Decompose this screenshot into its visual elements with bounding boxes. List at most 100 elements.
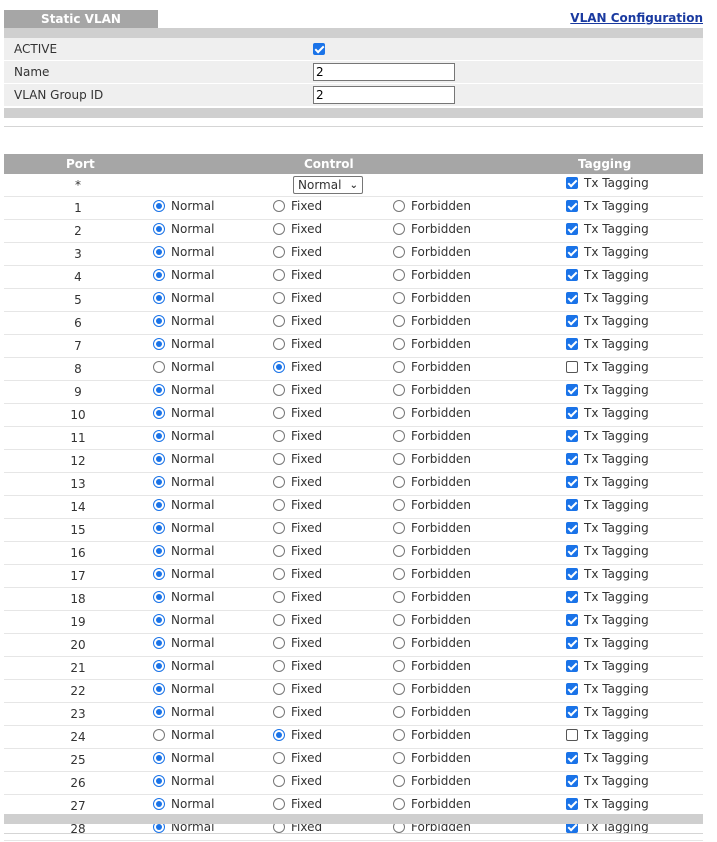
forbidden-radio[interactable] xyxy=(393,315,405,327)
tx-tagging-checkbox[interactable] xyxy=(566,384,578,396)
forbidden-radio[interactable] xyxy=(393,292,405,304)
forbidden-radio[interactable] xyxy=(393,246,405,258)
forbidden-radio[interactable] xyxy=(393,729,405,741)
tx-tagging-checkbox[interactable] xyxy=(566,315,578,327)
forbidden-radio[interactable] xyxy=(393,637,405,649)
fixed-radio[interactable] xyxy=(273,798,285,810)
normal-radio[interactable] xyxy=(153,660,165,672)
name-input[interactable] xyxy=(313,63,455,81)
fixed-radio[interactable] xyxy=(273,292,285,304)
normal-radio[interactable] xyxy=(153,200,165,212)
forbidden-radio[interactable] xyxy=(393,545,405,557)
fixed-radio[interactable] xyxy=(273,568,285,580)
fixed-radio[interactable] xyxy=(273,660,285,672)
tx-tagging-checkbox[interactable] xyxy=(566,660,578,672)
normal-radio[interactable] xyxy=(153,476,165,488)
forbidden-radio[interactable] xyxy=(393,522,405,534)
fixed-radio[interactable] xyxy=(273,453,285,465)
fixed-radio[interactable] xyxy=(273,637,285,649)
fixed-radio[interactable] xyxy=(273,775,285,787)
fixed-radio[interactable] xyxy=(273,499,285,511)
fixed-radio[interactable] xyxy=(273,338,285,350)
normal-radio[interactable] xyxy=(153,729,165,741)
control-select[interactable]: Normal ⌄ xyxy=(293,176,363,194)
tx-tagging-checkbox[interactable] xyxy=(566,637,578,649)
normal-radio[interactable] xyxy=(153,453,165,465)
tx-tagging-checkbox[interactable] xyxy=(566,568,578,580)
normal-radio[interactable] xyxy=(153,683,165,695)
tx-tagging-checkbox[interactable] xyxy=(566,614,578,626)
tx-tagging-checkbox[interactable] xyxy=(566,269,578,281)
all-tx-tagging-checkbox[interactable] xyxy=(566,177,578,189)
fixed-radio[interactable] xyxy=(273,315,285,327)
forbidden-radio[interactable] xyxy=(393,752,405,764)
forbidden-radio[interactable] xyxy=(393,775,405,787)
normal-radio[interactable] xyxy=(153,637,165,649)
fixed-radio[interactable] xyxy=(273,223,285,235)
forbidden-radio[interactable] xyxy=(393,407,405,419)
forbidden-radio[interactable] xyxy=(393,338,405,350)
forbidden-radio[interactable] xyxy=(393,499,405,511)
fixed-radio[interactable] xyxy=(273,591,285,603)
fixed-radio[interactable] xyxy=(273,476,285,488)
tx-tagging-checkbox[interactable] xyxy=(566,476,578,488)
tx-tagging-checkbox[interactable] xyxy=(566,683,578,695)
normal-radio[interactable] xyxy=(153,407,165,419)
forbidden-radio[interactable] xyxy=(393,660,405,672)
fixed-radio[interactable] xyxy=(273,246,285,258)
tx-tagging-checkbox[interactable] xyxy=(566,706,578,718)
tx-tagging-checkbox[interactable] xyxy=(566,499,578,511)
normal-radio[interactable] xyxy=(153,223,165,235)
fixed-radio[interactable] xyxy=(273,706,285,718)
forbidden-radio[interactable] xyxy=(393,798,405,810)
fixed-radio[interactable] xyxy=(273,361,285,373)
forbidden-radio[interactable] xyxy=(393,683,405,695)
normal-radio[interactable] xyxy=(153,361,165,373)
normal-radio[interactable] xyxy=(153,752,165,764)
normal-radio[interactable] xyxy=(153,568,165,580)
forbidden-radio[interactable] xyxy=(393,614,405,626)
tx-tagging-checkbox[interactable] xyxy=(566,591,578,603)
group-id-input[interactable] xyxy=(313,86,455,104)
tx-tagging-checkbox[interactable] xyxy=(566,453,578,465)
fixed-radio[interactable] xyxy=(273,269,285,281)
fixed-radio[interactable] xyxy=(273,729,285,741)
forbidden-radio[interactable] xyxy=(393,200,405,212)
tx-tagging-checkbox[interactable] xyxy=(566,522,578,534)
tx-tagging-checkbox[interactable] xyxy=(566,200,578,212)
tx-tagging-checkbox[interactable] xyxy=(566,729,578,741)
vlan-configuration-link[interactable]: VLAN Configuration xyxy=(570,11,703,25)
fixed-radio[interactable] xyxy=(273,545,285,557)
fixed-radio[interactable] xyxy=(273,522,285,534)
normal-radio[interactable] xyxy=(153,430,165,442)
normal-radio[interactable] xyxy=(153,775,165,787)
active-checkbox[interactable] xyxy=(313,43,325,55)
forbidden-radio[interactable] xyxy=(393,706,405,718)
normal-radio[interactable] xyxy=(153,522,165,534)
tx-tagging-checkbox[interactable] xyxy=(566,407,578,419)
normal-radio[interactable] xyxy=(153,499,165,511)
tx-tagging-checkbox[interactable] xyxy=(566,246,578,258)
forbidden-radio[interactable] xyxy=(393,453,405,465)
tx-tagging-checkbox[interactable] xyxy=(566,798,578,810)
forbidden-radio[interactable] xyxy=(393,384,405,396)
normal-radio[interactable] xyxy=(153,338,165,350)
normal-radio[interactable] xyxy=(153,614,165,626)
normal-radio[interactable] xyxy=(153,246,165,258)
fixed-radio[interactable] xyxy=(273,384,285,396)
tx-tagging-checkbox[interactable] xyxy=(566,545,578,557)
normal-radio[interactable] xyxy=(153,292,165,304)
forbidden-radio[interactable] xyxy=(393,430,405,442)
forbidden-radio[interactable] xyxy=(393,568,405,580)
forbidden-radio[interactable] xyxy=(393,476,405,488)
fixed-radio[interactable] xyxy=(273,614,285,626)
tx-tagging-checkbox[interactable] xyxy=(566,775,578,787)
fixed-radio[interactable] xyxy=(273,752,285,764)
normal-radio[interactable] xyxy=(153,706,165,718)
tx-tagging-checkbox[interactable] xyxy=(566,752,578,764)
forbidden-radio[interactable] xyxy=(393,223,405,235)
tx-tagging-checkbox[interactable] xyxy=(566,223,578,235)
fixed-radio[interactable] xyxy=(273,430,285,442)
forbidden-radio[interactable] xyxy=(393,361,405,373)
forbidden-radio[interactable] xyxy=(393,591,405,603)
